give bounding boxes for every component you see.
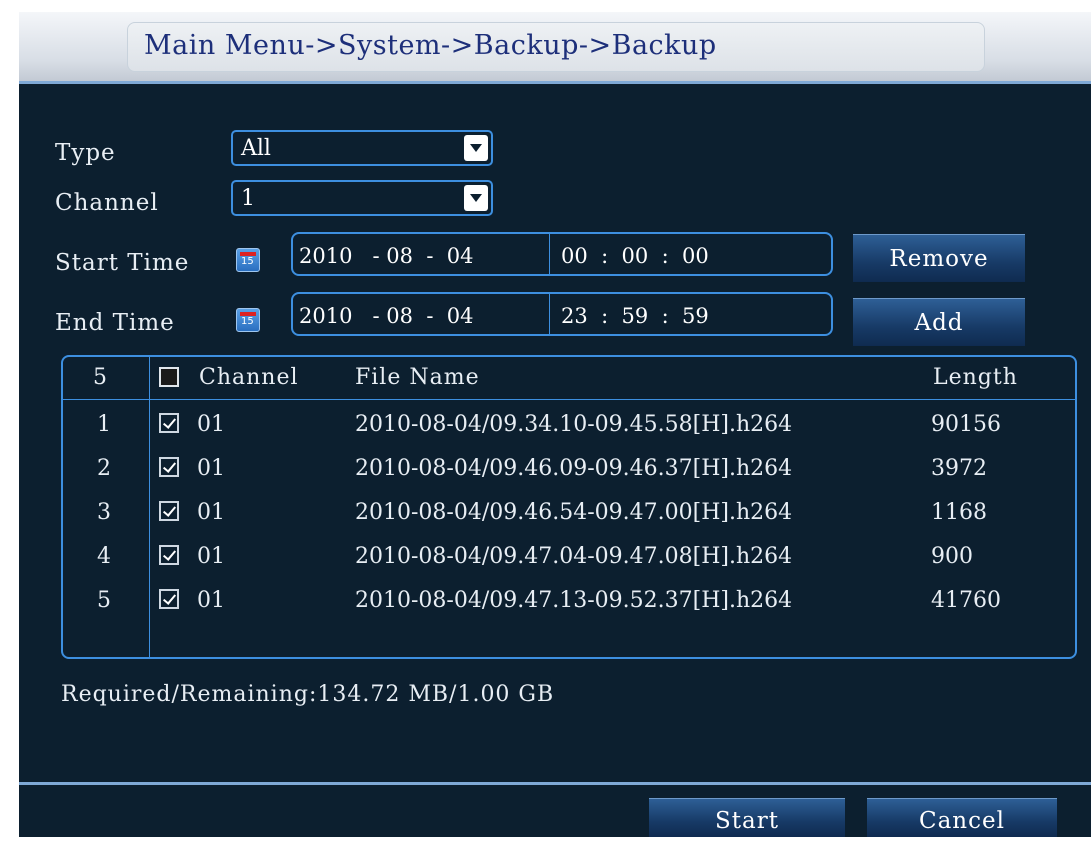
type-value: All [241,136,271,161]
row-index: 2 [97,456,111,481]
channel-value: 1 [241,186,255,211]
row-channel[interactable]: 01 [197,588,225,613]
channel-label: Channel [55,190,159,216]
start-clock[interactable]: 00 : 00 : 00 [561,244,709,268]
cancel-button[interactable]: Cancel [867,798,1057,837]
end-time-label: End Time [55,310,175,336]
page-title: Main Menu->System->Backup->Backup [144,30,717,61]
row-checkbox[interactable] [159,501,179,521]
file-table: 5 Channel File Name Length 1 01 2010-08-… [61,355,1077,659]
row-index: 4 [97,544,111,569]
type-label: Type [55,140,116,166]
calendar-icon[interactable] [236,308,260,332]
backup-window: Main Menu->System->Backup->Backup Type A… [19,12,1091,837]
type-select[interactable]: All [231,130,493,166]
calendar-icon[interactable] [236,248,260,272]
row-checkbox[interactable] [159,457,179,477]
row-length[interactable]: 1168 [931,500,987,525]
row-count: 5 [93,365,108,390]
row-checkbox[interactable] [159,545,179,565]
chevron-down-icon[interactable] [464,135,488,161]
chevron-down-icon[interactable] [464,185,488,211]
remove-button[interactable]: Remove [853,234,1025,282]
file-name-column-header[interactable]: File Name [355,365,480,390]
select-all-checkbox[interactable] [159,367,179,387]
row-file-name[interactable]: 2010-08-04/09.46.09-09.46.37[H].h264 [355,456,792,481]
start-date[interactable]: 2010 - 08 - 04 [299,244,473,268]
start-time-field[interactable]: 2010 - 08 - 04 00 : 00 : 00 [291,232,833,276]
add-button[interactable]: Add [853,298,1025,346]
row-file-name[interactable]: 2010-08-04/09.47.13-09.52.37[H].h264 [355,588,792,613]
row-checkbox[interactable] [159,413,179,433]
row-length[interactable]: 90156 [931,412,1001,437]
datebox-divider [549,234,550,274]
row-channel[interactable]: 01 [197,544,225,569]
row-length[interactable]: 3972 [931,456,987,481]
length-column-header[interactable]: Length [933,365,1018,390]
row-file-name[interactable]: 2010-08-04/09.34.10-09.45.58[H].h264 [355,412,792,437]
channel-column-header[interactable]: Channel [199,365,299,390]
table-header-divider [63,399,1075,400]
storage-status: Required/Remaining:134.72 MB/1.00 GB [61,682,555,707]
table-column-divider [149,357,150,657]
start-button[interactable]: Start [649,798,845,837]
row-channel[interactable]: 01 [197,456,225,481]
row-length[interactable]: 900 [931,544,973,569]
row-checkbox[interactable] [159,589,179,609]
row-file-name[interactable]: 2010-08-04/09.46.54-09.47.00[H].h264 [355,500,792,525]
row-index: 3 [97,500,111,525]
end-clock[interactable]: 23 : 59 : 59 [561,304,709,328]
end-date[interactable]: 2010 - 08 - 04 [299,304,473,328]
row-index: 5 [97,588,111,613]
row-channel[interactable]: 01 [197,500,225,525]
row-index: 1 [97,412,111,437]
datebox-divider [549,294,550,334]
row-channel[interactable]: 01 [197,412,225,437]
row-length[interactable]: 41760 [931,588,1001,613]
row-file-name[interactable]: 2010-08-04/09.47.04-09.47.08[H].h264 [355,544,792,569]
title-bar: Main Menu->System->Backup->Backup [19,12,1091,84]
channel-select[interactable]: 1 [231,180,493,216]
end-time-field[interactable]: 2010 - 08 - 04 23 : 59 : 59 [291,292,833,336]
footer-divider [19,782,1091,785]
start-time-label: Start Time [55,250,190,276]
